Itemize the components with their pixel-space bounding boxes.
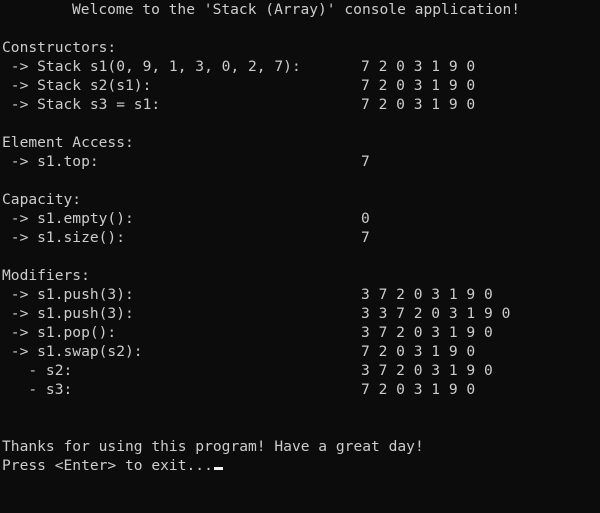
console-window[interactable]: Welcome to the 'Stack (Array)' console a…: [0, 0, 600, 478]
output-row: - s3: 7 2 0 3 1 9 0: [0, 380, 600, 399]
section-heading: Capacity:: [2, 191, 82, 208]
goodbye-line: Thanks for using this program! Have a gr…: [0, 437, 600, 456]
output-row: -> Stack s2(s1): 7 2 0 3 1 9 0: [0, 76, 600, 95]
row-label: -> s1.swap(s2):: [2, 343, 143, 360]
row-label: - s3:: [2, 381, 73, 398]
row-value: 7 2 0 3 1 9 0: [361, 381, 476, 398]
prompt-line[interactable]: Press <Enter> to exit...: [0, 456, 600, 475]
row-label: -> Stack s3 = s1:: [2, 96, 161, 113]
row-label: - s2:: [2, 362, 73, 379]
exit-prompt-text: Press <Enter> to exit...: [2, 457, 213, 474]
title-line: Welcome to the 'Stack (Array)' console a…: [0, 0, 600, 19]
section-heading: Element Access:: [2, 134, 134, 151]
row-value: 3 7 2 0 3 1 9 0: [361, 362, 493, 379]
output-row: -> s1.push(3): 3 3 7 2 0 3 1 9 0: [0, 304, 600, 323]
row-value: 7 2 0 3 1 9 0: [361, 343, 476, 360]
row-label: -> s1.push(3):: [2, 305, 134, 322]
output-row: -> Stack s1(0, 9, 1, 3, 0, 2, 7): 7 2 0 …: [0, 57, 600, 76]
section-heading-capacity: Capacity:: [0, 190, 600, 209]
section-heading-modifiers: Modifiers:: [0, 266, 600, 285]
section-heading-element-access: Element Access:: [0, 133, 600, 152]
row-value: 7 2 0 3 1 9 0: [361, 58, 476, 75]
welcome-title: Welcome to the 'Stack (Array)' console a…: [72, 1, 521, 18]
text-cursor: [213, 467, 223, 470]
output-row: -> s1.empty(): 0: [0, 209, 600, 228]
row-label: -> s1.pop():: [2, 324, 117, 341]
output-row: -> s1.push(3): 3 7 2 0 3 1 9 0: [0, 285, 600, 304]
row-value: 3 7 2 0 3 1 9 0: [361, 286, 493, 303]
output-row: -> Stack s3 = s1: 7 2 0 3 1 9 0: [0, 95, 600, 114]
row-label: -> Stack s2(s1):: [2, 77, 152, 94]
row-value: 0: [361, 210, 370, 227]
row-value: 3 7 2 0 3 1 9 0: [361, 324, 493, 341]
section-heading: Modifiers:: [2, 267, 90, 284]
output-row: -> s1.size(): 7: [0, 228, 600, 247]
goodbye-text: Thanks for using this program! Have a gr…: [2, 438, 424, 455]
exit-prompt[interactable]: Press <Enter> to exit...: [2, 456, 223, 475]
row-value: 7: [361, 229, 370, 246]
row-label: -> s1.top:: [2, 153, 99, 170]
output-row: - s2: 3 7 2 0 3 1 9 0: [0, 361, 600, 380]
row-value: 7 2 0 3 1 9 0: [361, 77, 476, 94]
output-row: -> s1.pop(): 3 7 2 0 3 1 9 0: [0, 323, 600, 342]
section-heading: Constructors:: [2, 39, 117, 56]
row-label: -> s1.push(3):: [2, 286, 134, 303]
row-label: -> Stack s1(0, 9, 1, 3, 0, 2, 7):: [2, 58, 301, 75]
row-value: 7 2 0 3 1 9 0: [361, 96, 476, 113]
output-row: -> s1.swap(s2): 7 2 0 3 1 9 0: [0, 342, 600, 361]
row-value: 7: [361, 153, 370, 170]
section-heading-constructors: Constructors:: [0, 38, 600, 57]
row-label: -> s1.empty():: [2, 210, 134, 227]
row-label: -> s1.size():: [2, 229, 126, 246]
output-row: -> s1.top: 7: [0, 152, 600, 171]
row-value: 3 3 7 2 0 3 1 9 0: [361, 305, 511, 322]
